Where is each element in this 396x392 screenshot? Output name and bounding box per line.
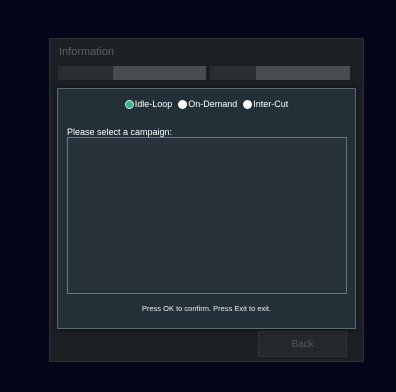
radio-inter-cut[interactable]: Inter-Cut <box>243 99 288 109</box>
radio-idle-loop[interactable]: Idle-Loop <box>124 99 173 109</box>
info-field-1-value <box>113 66 206 80</box>
tv-screen: Information Back Idle-Loop On-Demand Int… <box>0 0 396 392</box>
campaign-mode-radio-group: Idle-Loop On-Demand Inter-Cut <box>58 98 355 110</box>
radio-unselected-icon <box>243 99 253 109</box>
back-button[interactable]: Back <box>258 331 347 357</box>
campaign-select-dialog: Idle-Loop On-Demand Inter-Cut Please sel… <box>57 88 356 329</box>
campaign-list[interactable] <box>67 137 347 294</box>
info-field-2 <box>210 66 350 80</box>
radio-on-demand-label: On-Demand <box>188 99 238 109</box>
dialog-hint-text: Press OK to confirm. Press Exit to exit. <box>141 304 272 313</box>
radio-on-demand[interactable]: On-Demand <box>178 99 237 109</box>
info-field-2-value <box>256 66 350 80</box>
campaign-prompt-label: Please select a campaign: <box>67 127 173 137</box>
radio-selected-icon <box>124 99 134 109</box>
info-field-1 <box>58 66 206 80</box>
information-title: Information <box>59 46 115 58</box>
radio-unselected-icon <box>178 99 188 109</box>
radio-idle-loop-label: Idle-Loop <box>134 99 173 109</box>
radio-inter-cut-label: Inter-Cut <box>253 99 289 109</box>
